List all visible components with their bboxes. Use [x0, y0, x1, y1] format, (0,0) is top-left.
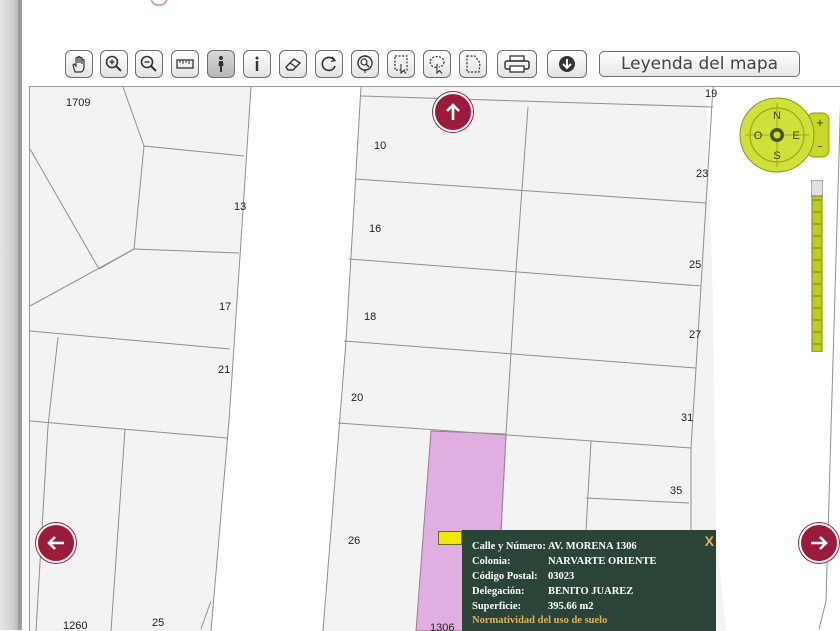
- popup-field-value: BENITO JUAREZ: [548, 586, 634, 597]
- popup-field-value: AV. MORENA 1306: [548, 541, 637, 552]
- select-lasso-icon: [429, 55, 445, 74]
- left-frame-divider: [18, 0, 22, 630]
- zoom-in-button[interactable]: +: [816, 115, 824, 130]
- popup-field-row: Colonia: NARVARTE ORIENTE: [472, 554, 716, 569]
- hand-icon: [72, 55, 85, 73]
- print-tool-button[interactable]: [497, 50, 537, 78]
- popup-field-label: Colonia:: [472, 556, 511, 567]
- magnifier-circle-icon: [357, 55, 373, 73]
- zoom-slider-handle[interactable]: [811, 180, 823, 197]
- info-tool-button[interactable]: [243, 50, 271, 78]
- lot-number: 21: [218, 364, 231, 376]
- lot-number: 10: [374, 140, 387, 152]
- select-rectangle-icon: [394, 55, 408, 74]
- info-icon: [255, 56, 259, 71]
- ruler-icon: [176, 59, 194, 69]
- popup-field-row: Delegación: BENITO JUAREZ: [472, 584, 716, 599]
- select-polygon-tool-button[interactable]: [459, 50, 487, 78]
- lot-number: 16: [369, 223, 382, 235]
- zoom-out-icon: [140, 55, 157, 72]
- arrow-up-icon: [446, 103, 460, 120]
- map-viewport[interactable]: 1709 10 19 23 13 16 25 17 18 27 21 20 31…: [29, 86, 840, 631]
- parcel-marker[interactable]: [438, 531, 462, 545]
- popup-field-row: Superficie: 395.66 m2: [472, 599, 716, 614]
- lot-number: 19: [705, 88, 718, 100]
- land-use-link[interactable]: Normatividad del uso de suelo: [472, 615, 716, 626]
- eraser-icon: [285, 58, 302, 71]
- select-polygon-icon: [466, 55, 481, 73]
- zoom-out-tool-button[interactable]: [135, 50, 163, 78]
- refresh-icon: [321, 56, 337, 72]
- select-lasso-tool-button[interactable]: [423, 50, 451, 78]
- lot-number: 17: [219, 301, 232, 313]
- lot-number: 18: [364, 311, 377, 323]
- pan-tool-button[interactable]: [65, 50, 93, 78]
- zoom-in-icon: [105, 55, 122, 72]
- lot-number: 1260: [63, 620, 88, 631]
- map-legend-button[interactable]: Leyenda del mapa: [599, 51, 800, 77]
- pan-east-button[interactable]: [799, 523, 839, 563]
- printer-icon: [504, 55, 530, 73]
- lot-number: 25: [689, 259, 702, 271]
- lot-number: 31: [681, 412, 694, 424]
- lot-number: 1709: [66, 97, 91, 109]
- parcel-info-popup: X Calle y Número: AV. MORENA 1306 Colonia…: [462, 530, 716, 631]
- compass-north-label[interactable]: N: [773, 110, 781, 122]
- compass-west-label[interactable]: O: [754, 130, 763, 142]
- popup-field-value: 03023: [548, 571, 575, 582]
- lot-number: 23: [696, 168, 709, 180]
- lot-number: 35: [670, 485, 683, 497]
- popup-field-label: Calle y Número:: [472, 541, 546, 552]
- pan-west-button[interactable]: [36, 523, 76, 563]
- arrow-left-icon: [47, 536, 64, 550]
- download-tool-button[interactable]: [547, 50, 587, 78]
- lot-number: 13: [234, 201, 247, 213]
- street-view-tool-button[interactable]: [207, 50, 235, 78]
- compass-control[interactable]: N S O E + -: [737, 97, 833, 173]
- lot-number: 20: [351, 392, 364, 404]
- popup-field-label: Código Postal:: [472, 571, 538, 582]
- lot-number: 25: [152, 617, 165, 629]
- lot-number: 27: [689, 329, 702, 341]
- arrow-right-icon: [811, 536, 828, 550]
- top-decoration: [150, 0, 168, 6]
- parcel-map: [30, 87, 840, 631]
- select-rectangle-tool-button[interactable]: [387, 50, 415, 78]
- download-icon: [559, 56, 575, 72]
- lot-number: 26: [348, 535, 361, 547]
- zoom-in-tool-button[interactable]: [100, 50, 128, 78]
- compass-east-label[interactable]: E: [792, 130, 799, 142]
- popup-field-value: NARVARTE ORIENTE: [548, 556, 657, 567]
- zoom-slider[interactable]: [811, 180, 823, 352]
- popup-close-button[interactable]: X: [705, 533, 714, 549]
- pegman-icon: [218, 56, 224, 72]
- popup-field-row: Código Postal: 03023: [472, 569, 716, 584]
- refresh-tool-button[interactable]: [315, 50, 343, 78]
- popup-field-label: Superficie:: [472, 601, 521, 612]
- compass-south-label[interactable]: S: [773, 150, 780, 162]
- popup-field-value: 395.66 m2: [548, 601, 594, 612]
- measure-tool-button[interactable]: [171, 50, 199, 78]
- left-frame: [0, 0, 18, 630]
- popup-field-row: Calle y Número: AV. MORENA 1306: [472, 539, 716, 554]
- erase-tool-button[interactable]: [279, 50, 307, 78]
- zoom-out-button[interactable]: -: [818, 138, 822, 153]
- popup-field-label: Delegación:: [472, 586, 525, 597]
- search-area-tool-button[interactable]: [351, 50, 379, 78]
- pan-north-button[interactable]: [433, 92, 473, 132]
